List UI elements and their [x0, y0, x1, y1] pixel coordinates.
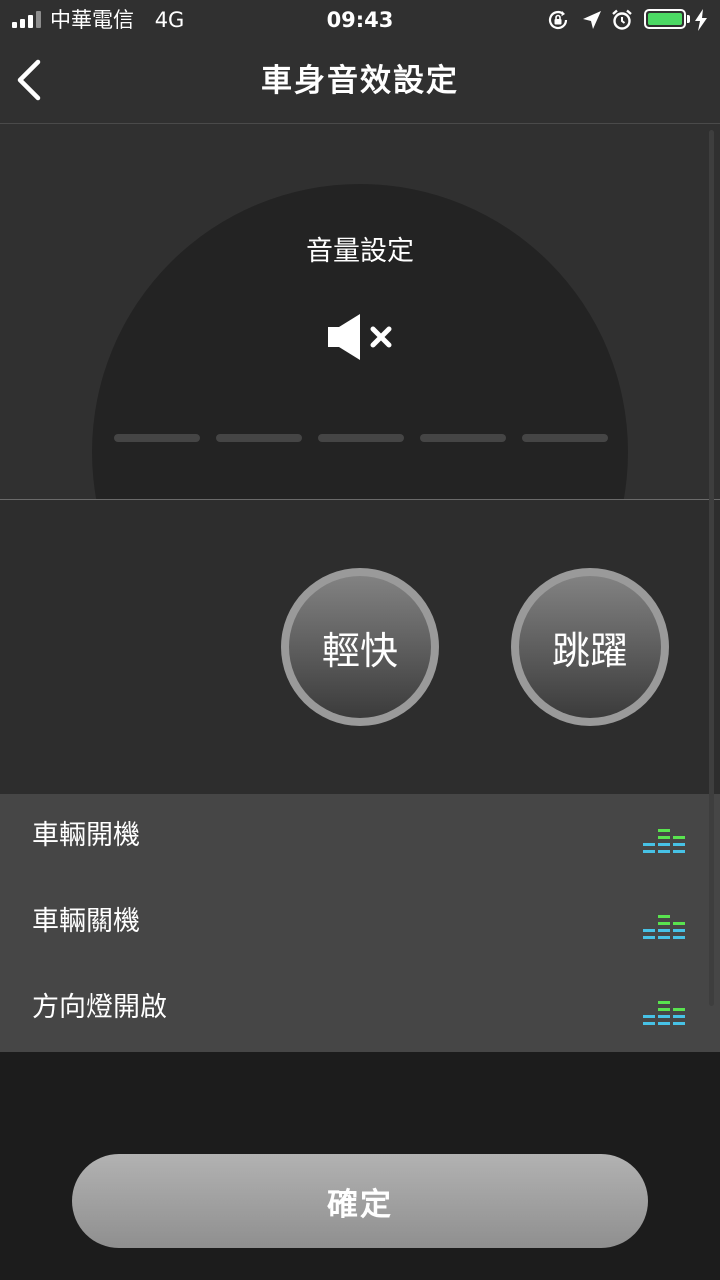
battery-level-fill — [648, 13, 682, 25]
volume-level-segment[interactable] — [522, 434, 608, 442]
equalizer-icon[interactable] — [642, 818, 688, 854]
alarm-clock-icon — [612, 9, 632, 30]
style-light-button[interactable]: 輕快 — [281, 568, 439, 726]
list-item-vehicle-on[interactable]: 車輛開機 — [0, 794, 720, 880]
battery-tip — [687, 15, 690, 23]
style-jump-button[interactable]: 跳躍 — [511, 568, 669, 726]
location-arrow-icon — [583, 11, 601, 29]
orientation-lock-icon — [548, 10, 568, 30]
volume-level-segment[interactable] — [114, 434, 200, 442]
list-item-label: 方向燈開啟 — [32, 992, 167, 1023]
style-light-label: 輕快 — [289, 576, 431, 718]
volume-level-segment[interactable] — [216, 434, 302, 442]
status-bar: 中華電信 4G 09:43 — [0, 0, 720, 40]
list-item-vehicle-off[interactable]: 車輛關機 — [0, 880, 720, 966]
battery-icon — [644, 9, 686, 29]
volume-level-segment[interactable] — [318, 434, 404, 442]
list-item-label: 車輛開機 — [32, 820, 140, 851]
page-title: 車身音效設定 — [261, 63, 459, 99]
confirm-button[interactable]: 確定 — [72, 1154, 648, 1248]
style-jump-label: 跳躍 — [519, 576, 661, 718]
list-item-turn-signal-on[interactable]: 方向燈開啟 — [0, 966, 720, 1052]
volume-level-segment[interactable] — [420, 434, 506, 442]
charging-bolt-icon — [695, 9, 707, 31]
volume-label: 音量設定 — [306, 236, 414, 267]
sound-event-list: 車輛開機 車輛關機 方向燈開啟 — [0, 794, 720, 1052]
list-item-label: 車輛關機 — [32, 906, 140, 937]
scrollbar[interactable] — [709, 130, 714, 1006]
volume-level-bar[interactable] — [114, 434, 608, 442]
nav-header: 車身音效設定 — [0, 40, 720, 124]
sound-style-panel: 輕快 跳躍 — [0, 500, 720, 794]
equalizer-icon[interactable] — [642, 990, 688, 1026]
speaker-muted-icon[interactable] — [326, 312, 396, 362]
equalizer-icon[interactable] — [642, 904, 688, 940]
volume-panel: 音量設定 — [0, 124, 720, 500]
